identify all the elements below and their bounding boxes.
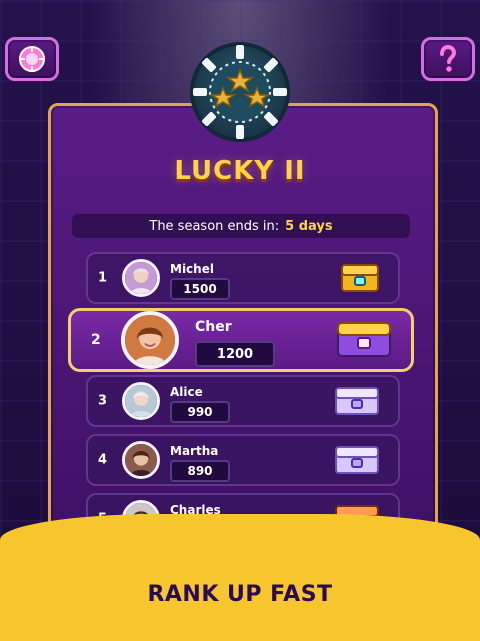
rank-number: 2 (91, 332, 101, 348)
leaderboard-row-current-player[interactable]: 2 Cher 1200 (68, 308, 414, 372)
player-name: Alice (170, 385, 203, 399)
help-question-icon (440, 45, 457, 72)
avatar (121, 311, 179, 369)
chip-icon (19, 46, 45, 72)
golden-chest-icon (341, 264, 379, 292)
player-score: 1200 (195, 341, 275, 367)
player-name: Martha (170, 444, 219, 458)
silver-chest-icon (335, 446, 379, 474)
footer-banner (0, 514, 480, 641)
leaderboard-row[interactable]: 3 Alice 990 (86, 375, 400, 427)
player-score: 890 (170, 460, 230, 482)
chip-menu-button[interactable] (5, 37, 59, 81)
footer-text: RANK UP FAST (147, 582, 333, 607)
player-name: Michel (170, 262, 214, 276)
leaderboard-row[interactable]: 4 Martha 890 (86, 434, 400, 486)
avatar (122, 382, 160, 420)
player-name: Cher (195, 319, 232, 335)
rank-number: 1 (98, 270, 108, 286)
rank-number: 4 (98, 452, 108, 468)
casino-chip-stars-icon (190, 42, 290, 142)
help-button[interactable] (421, 37, 475, 81)
silver-chest-icon (335, 387, 379, 415)
avatar (122, 441, 160, 479)
player-score: 1500 (170, 278, 230, 300)
event-title: LUCKY II (174, 156, 306, 186)
player-score: 990 (170, 401, 230, 423)
avatar (122, 259, 160, 297)
season-timer-label: The season ends in: (149, 218, 280, 234)
rank-number: 3 (98, 393, 108, 409)
purple-gold-chest-icon (337, 322, 391, 357)
leaderboard-row[interactable]: 1 Michel 1500 (86, 252, 400, 304)
season-timer: The season ends in: 5 days (72, 214, 410, 238)
season-timer-value: 5 days (285, 218, 333, 234)
